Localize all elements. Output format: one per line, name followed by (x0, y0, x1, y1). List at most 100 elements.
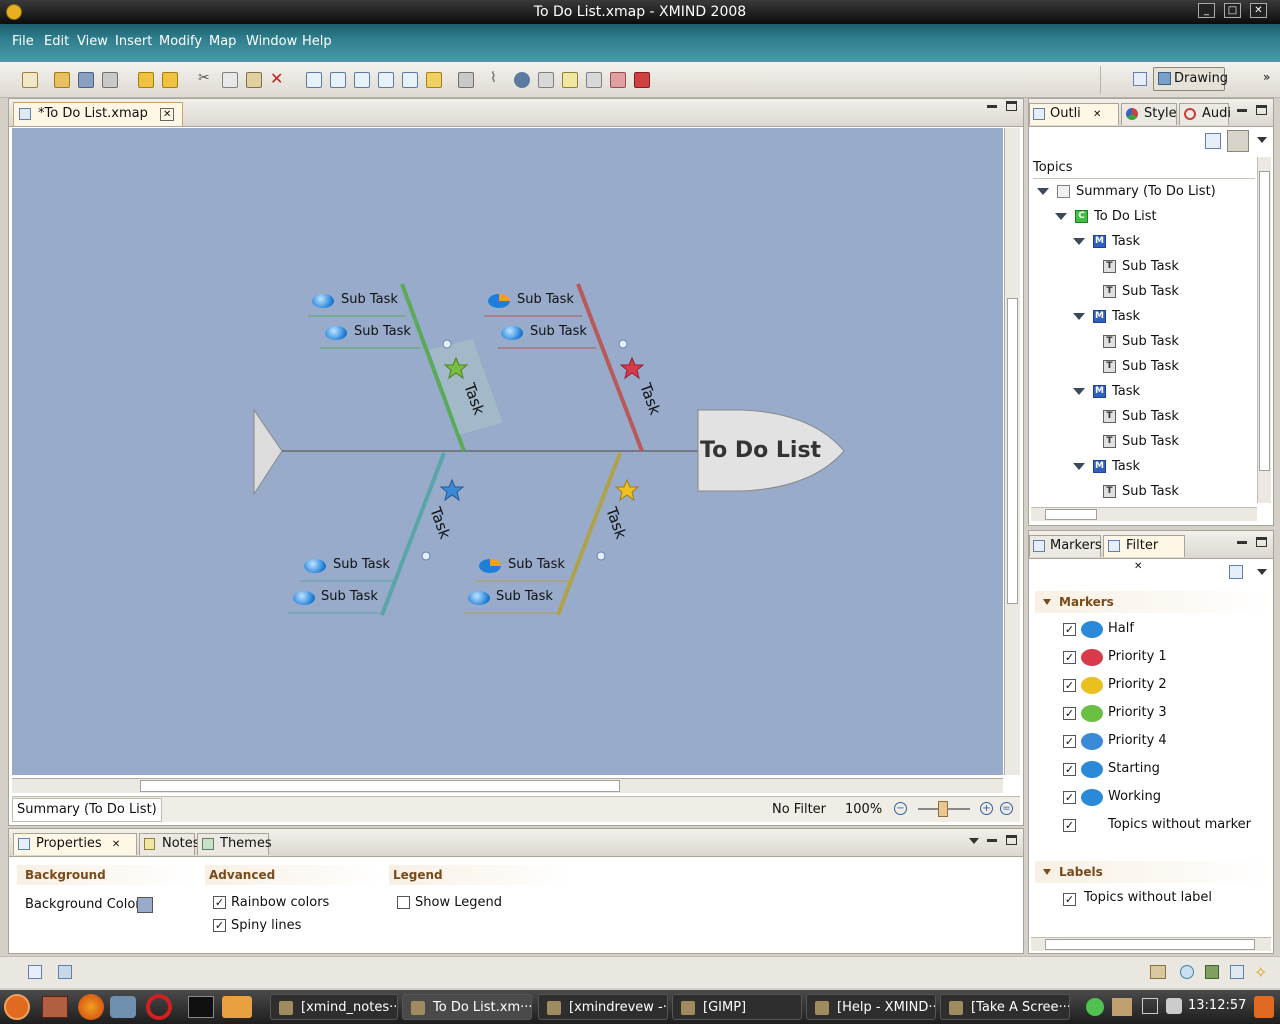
show-legend-checkbox[interactable] (397, 896, 410, 909)
taskbar-window-button[interactable]: [Help - XMIND··· (806, 994, 936, 1020)
expand-triangle-icon[interactable] (1055, 213, 1067, 220)
subtask-label[interactable]: Sub Task (508, 557, 565, 572)
outline-horizontal-scrollbar[interactable] (1031, 507, 1257, 521)
notes-icon[interactable] (562, 72, 578, 88)
marker-filter-checkbox[interactable]: ✓ (1063, 791, 1076, 804)
image-tray-icon[interactable] (1205, 965, 1219, 979)
close-tab-icon[interactable]: ✕ (1134, 561, 1142, 572)
minimize-view-icon[interactable] (1237, 109, 1247, 112)
outline-row[interactable]: T Sub Task (1103, 481, 1179, 503)
xmind-app-icon[interactable] (6, 4, 22, 20)
outline-row[interactable]: M Task (1073, 306, 1140, 328)
cut-icon[interactable]: ✂ (198, 70, 214, 86)
canvas-vertical-scrollbar[interactable] (1004, 128, 1020, 775)
marker-filter-checkbox[interactable]: ✓ (1063, 819, 1076, 832)
rainbow-colors-checkbox[interactable]: ✓ (213, 896, 226, 909)
clock[interactable]: 13:12:57 (1188, 998, 1246, 1013)
menu-modify[interactable]: Modify (159, 34, 202, 49)
filter-horizontal-scrollbar[interactable] (1031, 937, 1271, 951)
volume-icon[interactable] (1166, 998, 1182, 1014)
outline-scroll-thumb[interactable] (1259, 171, 1270, 471)
mindmap-canvas[interactable]: To Do List Task Task Task Task Sub Task … (12, 128, 1003, 775)
insert-topic-icon[interactable] (306, 72, 322, 88)
outline-vertical-scrollbar[interactable] (1257, 157, 1271, 503)
stop-icon[interactable] (634, 72, 650, 88)
insert-before-icon[interactable] (354, 72, 370, 88)
undo-icon[interactable] (138, 72, 154, 88)
new-icon[interactable] (22, 72, 38, 88)
delete-icon[interactable]: ✕ (270, 69, 286, 88)
outline-hscroll-thumb[interactable] (1045, 509, 1097, 520)
maximize-view-icon[interactable] (1006, 101, 1017, 111)
menu-view[interactable]: View (77, 34, 108, 49)
hyperlink-icon[interactable] (514, 72, 530, 88)
tab-outline[interactable]: Outli ✕ (1029, 103, 1119, 125)
collapse-all-icon[interactable] (1205, 133, 1221, 149)
zoom-fit-icon[interactable]: = (1000, 802, 1013, 815)
marker-filter-checkbox[interactable]: ✓ (1063, 707, 1076, 720)
taskbar-window-button[interactable]: [Take A Scree··· (940, 994, 1070, 1020)
tray-app-icon[interactable] (1112, 998, 1132, 1016)
collapse-button[interactable] (442, 339, 452, 349)
tab-themes[interactable]: Themes (197, 833, 272, 855)
subtask-label[interactable]: Sub Task (321, 589, 378, 604)
sort-icon[interactable] (610, 72, 626, 88)
floating-topic-icon[interactable] (402, 72, 418, 88)
outline-row[interactable]: C To Do List (1055, 206, 1157, 228)
expand-triangle-icon[interactable] (1073, 238, 1085, 245)
save-icon[interactable] (78, 72, 94, 88)
labels-section-header[interactable]: Labels (1035, 861, 1271, 883)
maximize-view-icon[interactable] (1256, 105, 1267, 115)
menu-file[interactable]: File (12, 34, 34, 49)
logout-icon[interactable] (1254, 996, 1274, 1018)
open-perspective-icon[interactable] (1133, 72, 1147, 86)
subtask-label[interactable]: Sub Task (517, 292, 574, 307)
close-tab-icon[interactable]: ✕ (112, 839, 120, 850)
terminal-icon[interactable] (188, 996, 214, 1018)
selection-breadcrumb[interactable]: Summary (To Do List) (12, 798, 162, 822)
taskbar-window-button[interactable]: [GIMP] (672, 994, 802, 1020)
tab-markers[interactable]: Markers (1029, 535, 1102, 557)
taskbar-window-button[interactable]: [xmind_notes··· (270, 994, 398, 1020)
menu-map[interactable]: Map (209, 34, 236, 49)
network-status-icon[interactable] (1086, 998, 1104, 1016)
print-icon[interactable] (102, 72, 118, 88)
tab-properties[interactable]: Properties ✕ (13, 833, 137, 855)
chevron-more-icon[interactable]: » (1263, 70, 1270, 84)
relationship-icon[interactable] (426, 72, 442, 88)
tab-audio[interactable]: Audi (1179, 103, 1231, 125)
marker-filter-checkbox[interactable]: ✓ (1063, 763, 1076, 776)
outline-row[interactable]: T Sub Task (1103, 331, 1179, 353)
firefox-icon[interactable] (78, 994, 104, 1020)
paste-icon[interactable] (246, 72, 262, 88)
ubuntu-logo-icon[interactable] (4, 994, 30, 1020)
maximize-button[interactable]: □ (1224, 3, 1241, 18)
close-tab-icon[interactable]: ✕ (160, 108, 175, 121)
tab-notes[interactable]: Notes (139, 833, 200, 855)
tab-style[interactable]: Style (1121, 103, 1177, 125)
outline-row[interactable]: T Sub Task (1103, 356, 1179, 378)
expand-triangle-icon[interactable] (1073, 313, 1085, 320)
menu-edit[interactable]: Edit (44, 34, 69, 49)
zoom-in-icon[interactable]: + (980, 802, 993, 815)
marker-filter-checkbox[interactable]: ✓ (1063, 679, 1076, 692)
taskbar-window-button[interactable]: [xmindrevew -··· (538, 994, 668, 1020)
filter-settings-icon[interactable] (1229, 565, 1243, 579)
canvas-horizontal-scrollbar[interactable] (12, 778, 1003, 793)
outline-row[interactable]: T Sub Task (1103, 406, 1179, 428)
zoom-slider-thumb[interactable] (938, 801, 948, 817)
marker-filter-checkbox[interactable]: ✓ (1063, 623, 1076, 636)
network-icon[interactable] (1230, 965, 1244, 979)
expand-triangle-icon[interactable] (1037, 188, 1049, 195)
sparkle-icon[interactable]: ✧ (1254, 963, 1267, 982)
outline-row[interactable]: M Task (1073, 231, 1140, 253)
subtask-label[interactable]: Sub Task (354, 324, 411, 339)
outline-row[interactable]: T Sub Task (1103, 431, 1179, 453)
redo-icon[interactable] (162, 72, 178, 88)
central-topic-label[interactable]: To Do List (700, 438, 821, 463)
marker-filter-checkbox[interactable]: ✓ (1063, 651, 1076, 664)
drawing-perspective-button[interactable]: Drawing (1153, 67, 1228, 91)
folder-icon[interactable] (222, 996, 252, 1018)
open-folder-icon[interactable] (54, 72, 70, 88)
tab-filter[interactable]: Filter ✕ (1103, 535, 1185, 572)
